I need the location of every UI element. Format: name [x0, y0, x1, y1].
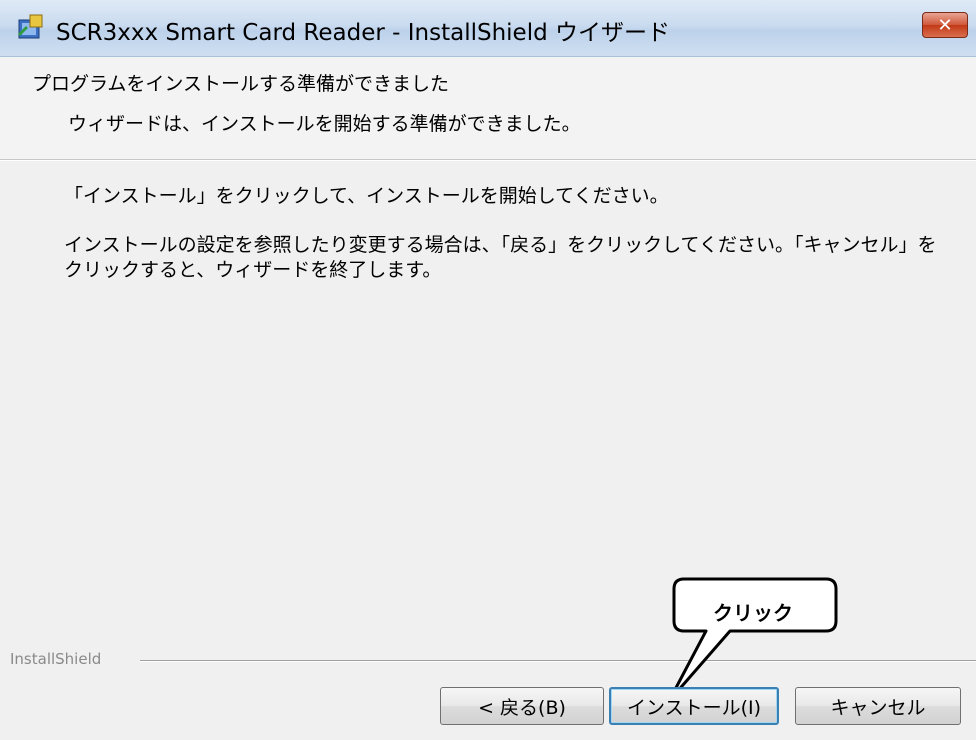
install-button[interactable]: インストール(I)	[609, 687, 779, 725]
cancel-button[interactable]: キャンセル	[795, 687, 961, 725]
installshield-wizard-window: SCR3xxx Smart Card Reader - InstallShiel…	[0, 0, 976, 740]
back-button[interactable]: < 戻る(B)	[440, 687, 604, 725]
callout-label: クリック	[713, 600, 793, 625]
callout-bubble	[667, 577, 838, 703]
